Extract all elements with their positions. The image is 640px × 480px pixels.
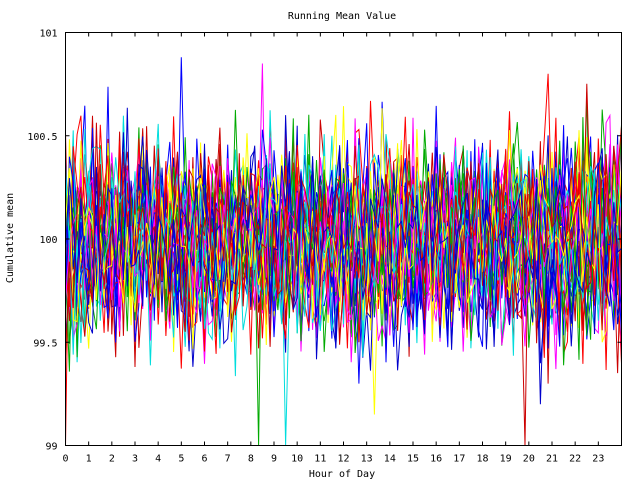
x-tick-label: 7 bbox=[225, 454, 231, 465]
x-tick-label: 13 bbox=[361, 454, 373, 465]
x-tick-label: 9 bbox=[271, 454, 277, 465]
x-tick-label: 0 bbox=[62, 454, 68, 465]
y-tick-label: 99.5 bbox=[33, 338, 57, 349]
x-tick-label: 8 bbox=[248, 454, 254, 465]
running-mean-chart: Running Mean Value Cumulative mean Hour … bbox=[5, 11, 622, 480]
chart-title: Running Mean Value bbox=[288, 11, 396, 22]
x-tick-label: 11 bbox=[314, 454, 326, 465]
x-tick-label: 6 bbox=[201, 454, 207, 465]
x-tick-label: 2 bbox=[109, 454, 115, 465]
y-tick-label: 101 bbox=[39, 29, 57, 40]
y-tick-label: 99 bbox=[45, 442, 57, 453]
x-tick-label: 15 bbox=[407, 454, 419, 465]
x-tick-label: 5 bbox=[178, 454, 184, 465]
y-axis-label: Cumulative mean bbox=[5, 193, 16, 283]
x-axis-label: Hour of Day bbox=[309, 469, 375, 480]
x-tick-label: 20 bbox=[523, 454, 535, 465]
x-tick-label: 14 bbox=[384, 454, 396, 465]
x-tick-label: 16 bbox=[430, 454, 442, 465]
x-tick-label: 23 bbox=[592, 454, 604, 465]
y-tick-label: 100 bbox=[39, 235, 57, 246]
x-tick-label: 1 bbox=[86, 454, 92, 465]
x-tick-label: 17 bbox=[453, 454, 465, 465]
x-tick-label: 10 bbox=[291, 454, 303, 465]
x-tick-label: 12 bbox=[337, 454, 349, 465]
y-tick-label: 100.5 bbox=[27, 132, 57, 143]
x-tick-label: 4 bbox=[155, 454, 161, 465]
x-tick-label: 21 bbox=[546, 454, 558, 465]
x-tick-label: 18 bbox=[476, 454, 488, 465]
x-tick-label: 22 bbox=[569, 454, 581, 465]
x-tick-label: 3 bbox=[132, 454, 138, 465]
x-tick-label: 19 bbox=[500, 454, 512, 465]
series-layer bbox=[65, 57, 622, 446]
